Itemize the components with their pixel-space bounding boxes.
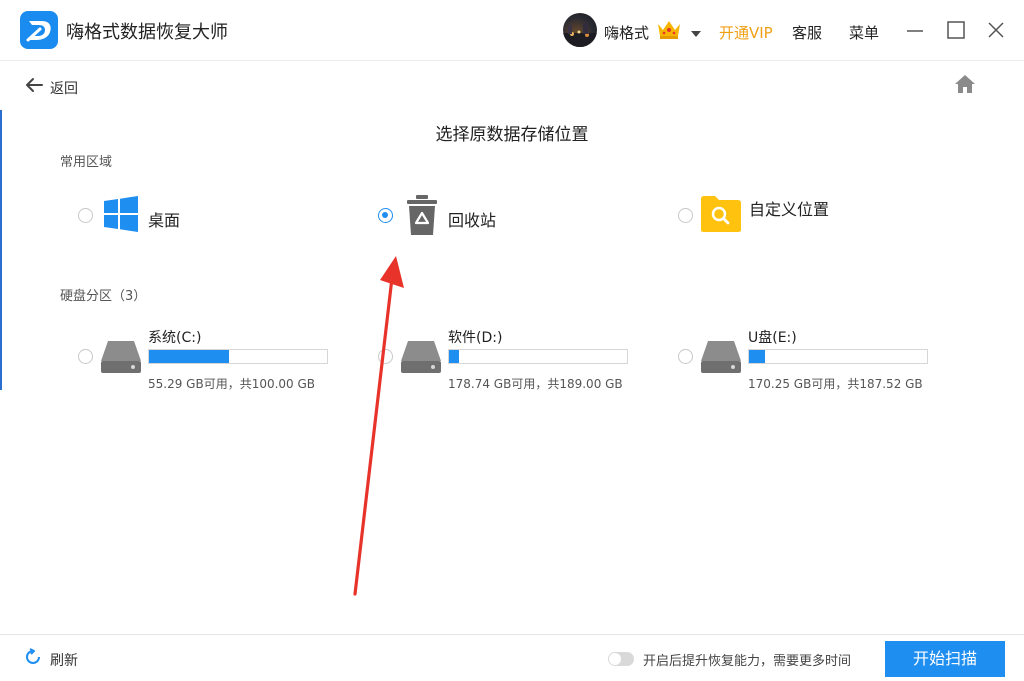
title-bar: 嗨格式数据恢复大师 嗨格式 开通VIP 客服 菜单: [0, 0, 1024, 61]
page-title: 选择原数据存储位置: [435, 125, 589, 145]
avatar[interactable]: [563, 13, 597, 47]
deep-scan-toggle[interactable]: [608, 652, 634, 666]
home-icon[interactable]: [954, 74, 976, 94]
drive-c-usage-bar: [148, 349, 328, 364]
customer-service-button[interactable]: 客服: [792, 22, 822, 43]
recycle-bin-radio[interactable]: [378, 208, 393, 223]
minimize-icon[interactable]: [906, 22, 924, 40]
refresh-icon[interactable]: [24, 648, 42, 666]
back-arrow-icon[interactable]: [25, 77, 43, 93]
username[interactable]: 嗨格式: [604, 22, 649, 43]
drive-e-info: 170.25 GB可用，共187.52 GB: [748, 377, 923, 391]
drive-c-info: 55.29 GB可用，共100.00 GB: [148, 377, 316, 391]
drive-c-usage-fill: [149, 350, 229, 363]
window-left-edge: [0, 110, 2, 390]
footer-bar: 刷新 开启后提升恢复能力，需要更多时间 开始扫描: [0, 634, 1024, 681]
drive-e-usage-bar: [748, 349, 928, 364]
disk-partition-label: 硬盘分区（3）: [60, 289, 147, 304]
recycle-bin-icon: [405, 194, 439, 236]
drive-d-usage-bar: [448, 349, 628, 364]
drive-e-usage-fill: [749, 350, 766, 363]
drive-d-usage-fill: [449, 350, 459, 363]
deep-scan-toggle-label: 开启后提升恢复能力，需要更多时间: [643, 654, 852, 669]
refresh-button[interactable]: 刷新: [50, 650, 78, 670]
start-scan-button[interactable]: 开始扫描: [885, 641, 1005, 677]
open-vip-button[interactable]: 开通VIP: [719, 22, 773, 43]
chevron-down-icon[interactable]: [690, 24, 702, 37]
drive-d-name[interactable]: 软件(D:): [448, 327, 502, 347]
drive-e-name[interactable]: U盘(E:): [748, 327, 797, 347]
crown-icon: [656, 18, 682, 40]
common-area-label: 常用区域: [60, 155, 113, 170]
windows-icon: [104, 196, 138, 232]
custom-location-label[interactable]: 自定义位置: [749, 196, 829, 220]
drive-e-radio[interactable]: [678, 349, 693, 364]
app-title: 嗨格式数据恢复大师: [66, 22, 228, 43]
custom-location-radio[interactable]: [678, 208, 693, 223]
back-button[interactable]: 返回: [50, 78, 78, 98]
drive-c-name[interactable]: 系统(C:): [148, 327, 201, 347]
hard-drive-icon: [100, 340, 142, 374]
close-icon[interactable]: [987, 21, 1005, 39]
folder-search-icon: [701, 195, 741, 233]
drive-d-info: 178.74 GB可用，共189.00 GB: [448, 377, 623, 391]
menu-button[interactable]: 菜单: [849, 22, 879, 43]
drive-c-radio[interactable]: [78, 349, 93, 364]
recycle-bin-label[interactable]: 回收站: [448, 207, 496, 231]
desktop-label[interactable]: 桌面: [148, 207, 180, 231]
desktop-radio[interactable]: [78, 208, 93, 223]
app-logo-icon: [20, 11, 58, 49]
annotation-arrow: [353, 256, 404, 596]
maximize-icon[interactable]: [947, 21, 965, 39]
hard-drive-icon: [700, 340, 742, 374]
